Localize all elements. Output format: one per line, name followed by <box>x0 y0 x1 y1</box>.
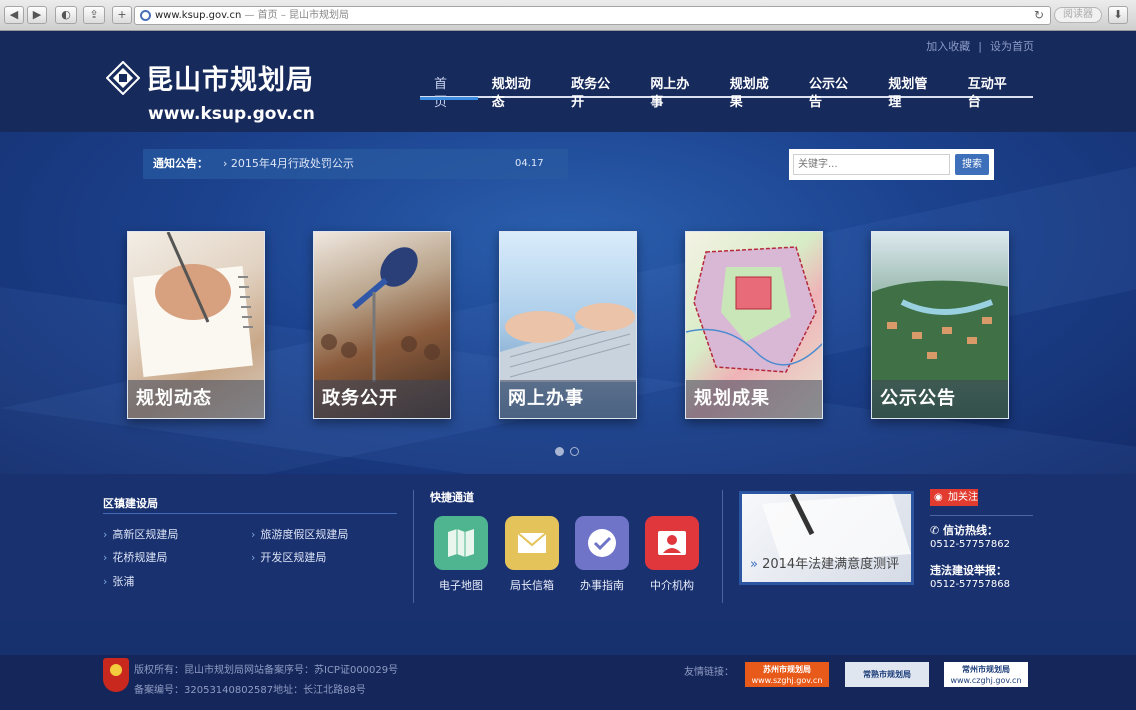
nav-public-notices[interactable]: 公示公告 <box>795 76 874 110</box>
info-bottom-band <box>0 619 1136 655</box>
download-icon[interactable]: ⬇ <box>1108 6 1128 24</box>
copyright-text: 版权所有：昆山市规划局网站备案序号：苏ICP证000029号 <box>134 665 399 676</box>
town-link[interactable]: 高新区规建局 <box>103 526 178 542</box>
site-url: www.ksup.gov.cn <box>148 104 315 124</box>
friend-links-label: 友情链接： <box>684 667 734 678</box>
divider <box>103 513 397 514</box>
card-government-affairs[interactable]: 政务公开 <box>313 231 451 419</box>
survey-promo[interactable]: » 2014年法建满意度测评 <box>739 491 914 585</box>
notice-link[interactable]: › 2015年4月行政处罚公示 <box>223 149 354 179</box>
back-button[interactable]: ◀ <box>4 6 24 24</box>
report-label: 违法建设举报： <box>930 564 1007 577</box>
report-number: 0512-57757868 <box>930 579 1010 590</box>
site-logo[interactable]: 昆山市规划局 <box>106 58 314 97</box>
carousel-dot-1[interactable] <box>555 447 564 456</box>
card-caption: 公示公告 <box>872 380 1008 418</box>
record-text: 备案编号：32053140802587地址：长江北路88号 <box>134 685 366 696</box>
banner: 通知公告： › 2015年4月行政处罚公示 04.17 搜索 规划动态 <box>0 132 1136 474</box>
notice-bar: 通知公告： › 2015年4月行政处罚公示 04.17 <box>143 149 568 179</box>
card-caption: 规划动态 <box>128 380 264 418</box>
forward-button[interactable]: ▶ <box>27 6 47 24</box>
carousel-dot-2[interactable] <box>570 447 579 456</box>
card-online-services[interactable]: 网上办事 <box>499 231 637 419</box>
friend-link-changshu[interactable]: 常熟市规划局 <box>845 662 929 687</box>
person-icon[interactable] <box>645 516 699 570</box>
history-icon[interactable]: ◐ <box>55 6 77 24</box>
url-text: www.ksup.gov.cn <box>155 10 242 21</box>
card-caption: 网上办事 <box>500 380 636 418</box>
divider <box>413 490 414 603</box>
nav-planning-news[interactable]: 规划动态 <box>478 76 557 110</box>
quick-label-mail[interactable]: 局长信箱 <box>495 577 569 593</box>
site-footer: 版权所有：昆山市规划局网站备案序号：苏ICP证000029号 备案编号：3205… <box>0 655 1136 710</box>
town-link[interactable]: 花桥规建局 <box>103 549 167 565</box>
divider <box>722 490 723 603</box>
search-box: 搜索 <box>789 149 994 180</box>
favicon-icon <box>140 10 151 21</box>
reader-button[interactable]: 阅读器 <box>1054 7 1102 23</box>
laptop-keyboard-image <box>500 303 636 382</box>
quick-label-guide[interactable]: 办事指南 <box>565 577 639 593</box>
writing-hand-image <box>133 232 253 377</box>
map-icon[interactable] <box>434 516 488 570</box>
quick-label-agencies[interactable]: 中介机构 <box>635 577 709 593</box>
police-badge-icon[interactable] <box>103 658 129 692</box>
emblem-icon <box>106 60 140 95</box>
notice-label: 通知公告： <box>153 157 208 170</box>
aerial-view-image <box>872 280 1008 382</box>
nav-planning-management[interactable]: 规划管理 <box>874 76 953 110</box>
hotline-label: ✆ 信访热线： <box>930 524 999 537</box>
microphone-image <box>321 247 440 382</box>
town-link[interactable]: 旅游度假区规建局 <box>251 526 348 542</box>
hotline-number: 0512-57757862 <box>930 539 1010 550</box>
nav-interaction[interactable]: 互动平台 <box>954 76 1033 110</box>
town-link[interactable]: 开发区规建局 <box>251 549 326 565</box>
carousel-dots <box>555 447 579 456</box>
town-link[interactable]: 张浦 <box>103 573 134 589</box>
browser-toolbar: ◀ ▶ ◐ ⇪ + www.ksup.gov.cn — 首页 – 昆山市规划局 … <box>0 0 1136 31</box>
top-links: 加入收藏 | 设为首页 <box>926 40 1034 53</box>
search-button[interactable]: 搜索 <box>955 154 989 175</box>
reload-icon[interactable]: ↻ <box>1034 7 1044 24</box>
search-input[interactable] <box>793 154 950 175</box>
towns-title: 区镇建设局 <box>103 497 158 510</box>
planning-map-image <box>686 246 822 373</box>
card-caption: 政务公开 <box>314 380 450 418</box>
add-favorite-link[interactable]: 加入收藏 <box>926 40 970 53</box>
promo-text: » 2014年法建满意度测评 <box>750 557 900 572</box>
share-icon[interactable]: ⇪ <box>83 6 105 24</box>
new-tab-button[interactable]: + <box>112 6 132 24</box>
card-caption: 规划成果 <box>686 380 822 418</box>
main-nav: 首 页 规划动态 政务公开 网上办事 规划成果 公示公告 规划管理 互动平台 <box>420 76 1033 110</box>
friend-link-changzhou[interactable]: 常州市规划局 www.czghj.gov.cn <box>944 662 1028 687</box>
check-icon[interactable] <box>575 516 629 570</box>
nav-home[interactable]: 首 页 <box>420 76 478 110</box>
mail-icon[interactable] <box>505 516 559 570</box>
card-planning-results[interactable]: 规划成果 <box>685 231 823 419</box>
card-public-notices[interactable]: 公示公告 <box>871 231 1009 419</box>
divider <box>930 515 1033 516</box>
nav-government-affairs[interactable]: 政务公开 <box>557 76 636 110</box>
nav-planning-results[interactable]: 规划成果 <box>716 76 795 110</box>
quick-label-map[interactable]: 电子地图 <box>424 577 498 593</box>
page-title-text: — 首页 – 昆山市规划局 <box>241 10 350 21</box>
friend-link-suzhou[interactable]: 苏州市规划局 www.szghj.gov.cn <box>745 662 829 687</box>
phone-icon: ✆ <box>930 524 944 537</box>
nav-online-services[interactable]: 网上办事 <box>636 76 715 110</box>
quick-title: 快捷通道 <box>430 491 474 504</box>
site-header: 加入收藏 | 设为首页 昆山市规划局 www.ksup.gov.cn 首 页 规划动… <box>0 32 1136 132</box>
info-section: 区镇建设局 高新区规建局 旅游度假区规建局 花桥规建局 开发区规建局 张浦 快捷… <box>0 474 1136 619</box>
set-homepage-link[interactable]: 设为首页 <box>990 40 1034 53</box>
site-name: 昆山市规划局 <box>146 65 314 96</box>
address-bar[interactable]: www.ksup.gov.cn — 首页 – 昆山市规划局 ↻ <box>134 6 1051 25</box>
card-planning-news[interactable]: 规划动态 <box>127 231 265 419</box>
notice-date: 04.17 <box>515 158 544 169</box>
weibo-follow-button[interactable]: 加关注 <box>930 489 978 506</box>
